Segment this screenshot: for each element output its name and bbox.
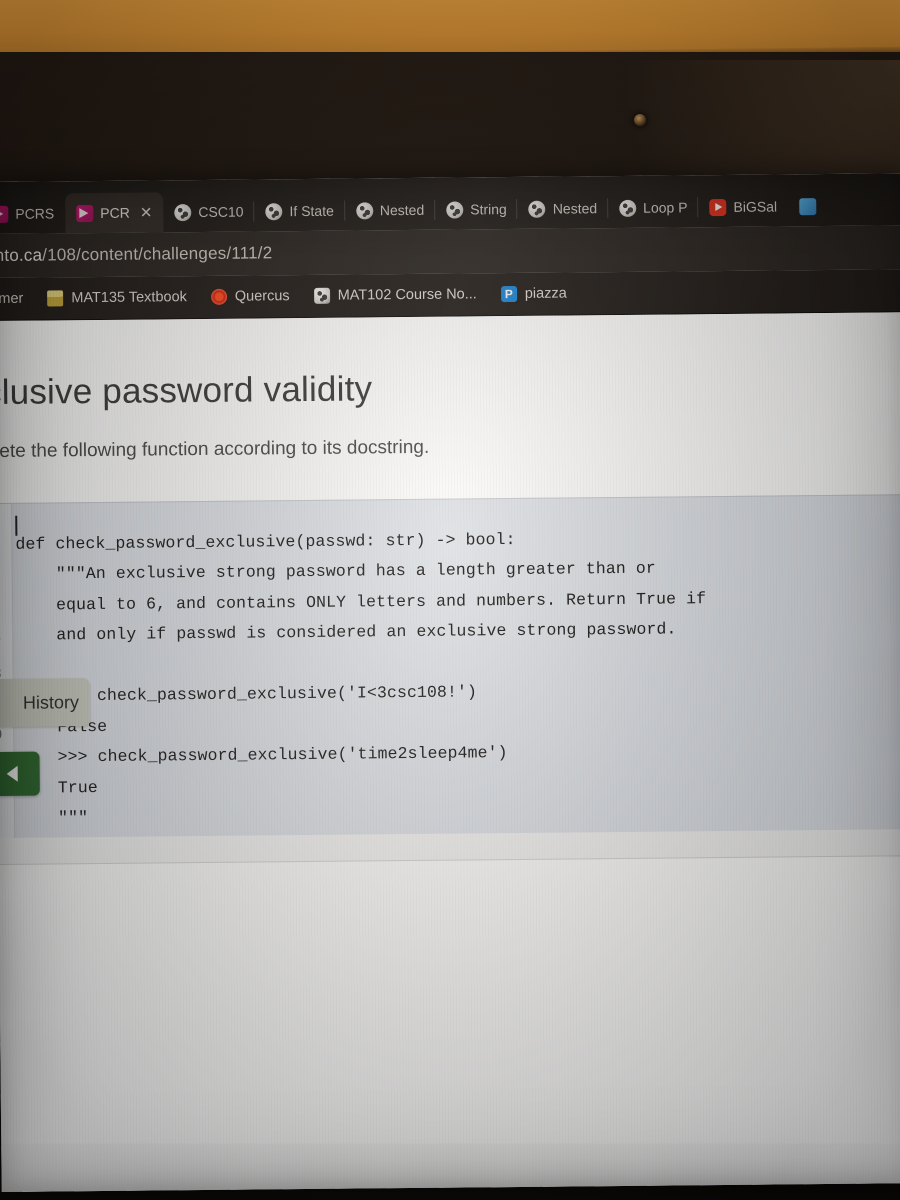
quercus-icon [210, 288, 227, 305]
browser-tab-pcrs-1[interactable]: PCRS [0, 193, 65, 234]
bookmark-label: MAT102 Course No... [337, 286, 477, 304]
browser-tab-label: Loop P [643, 199, 688, 216]
page-title: clusive password validity [0, 369, 373, 413]
pcrs-icon [76, 204, 94, 222]
browser-tab-label: CSC10 [198, 203, 244, 221]
code-text[interactable]: def check_password_exclusive(passwd: str… [15, 523, 708, 835]
webcam-icon [634, 114, 646, 126]
globe-icon [355, 201, 373, 220]
line-number: 5 [0, 575, 1, 592]
piazza-icon: P [500, 285, 517, 303]
browser-tab-loop[interactable]: Loop P [608, 187, 699, 228]
browser-tab-label: String [470, 201, 507, 218]
browser-tab-csc108[interactable]: CSC10 [163, 191, 255, 232]
background-wall [0, 0, 900, 58]
browser-tab-string[interactable]: String [435, 189, 518, 230]
bookmark-label: piazza [524, 285, 567, 302]
back-button[interactable] [0, 751, 40, 797]
browser-tab-label: PCRS [15, 205, 55, 222]
youtube-icon [709, 198, 727, 216]
pcrs-icon [0, 205, 9, 223]
bookmark-label: imer [0, 290, 24, 307]
browser-tab-label: PCR [100, 204, 130, 221]
book-icon [47, 290, 64, 307]
laptop-photo-scene: PCRS PCR ✕ CSC10 If State Nested String … [0, 0, 900, 1200]
bookmark-piazza[interactable]: P piazza [489, 285, 579, 303]
globe-icon [619, 199, 637, 217]
bookmark-quercus[interactable]: Quercus [199, 288, 302, 305]
close-icon[interactable]: ✕ [140, 204, 153, 221]
browser-tab-extra[interactable] [788, 186, 827, 226]
globe-icon [313, 287, 330, 304]
browser-tab-nested-2[interactable]: Nested [518, 188, 609, 229]
line-number: 6 [0, 605, 1, 622]
code-editor[interactable]: 3 4 5 6 7 8 9 0 1 def check_password_exc… [0, 494, 900, 840]
browser-tab-strip: PCRS PCR ✕ CSC10 If State Nested String … [0, 173, 900, 234]
bookmark-label: MAT135 Textbook [71, 289, 187, 307]
browser-tab-label: BiGSal [733, 198, 778, 215]
browser-tab-nested-1[interactable]: Nested [345, 190, 436, 231]
globe-icon [174, 203, 192, 221]
laptop-screen: PCRS PCR ✕ CSC10 If State Nested String … [0, 173, 900, 1192]
bookmark-label: Quercus [234, 288, 290, 305]
url-path: /108/content/challenges/111/2 [42, 243, 273, 265]
page-content: clusive password validity plete the foll… [0, 312, 900, 1192]
bookmark-timer[interactable]: imer [0, 291, 35, 307]
browser-tab-label: Nested [379, 201, 425, 219]
page-subtitle: plete the following function according t… [0, 436, 430, 463]
line-number: 7 [0, 636, 2, 653]
url-host: nto.ca [0, 245, 43, 265]
browser-tab-pcrs-2[interactable]: PCR ✕ [65, 192, 164, 234]
blue-favicon [798, 197, 817, 215]
chevron-left-icon [6, 765, 18, 782]
line-number: 0 [0, 726, 3, 745]
history-tab[interactable]: History [0, 678, 91, 728]
browser-tab-label: Nested [552, 200, 598, 217]
globe-icon [528, 200, 546, 218]
browser-tab-if-statements[interactable]: If State [254, 191, 345, 232]
browser-tab-bigsal[interactable]: BiGSal [698, 186, 788, 227]
globe-icon [446, 200, 464, 219]
bookmark-mat102-course-notes[interactable]: MAT102 Course No... [302, 286, 489, 304]
globe-icon [265, 202, 283, 220]
bookmark-mat135-textbook[interactable]: MAT135 Textbook [35, 289, 199, 307]
address-bar-url: nto.ca/108/content/challenges/111/2 [0, 243, 272, 266]
line-number: 4 [0, 544, 1, 561]
history-tab-label: History [22, 691, 80, 713]
browser-tab-label: If State [289, 202, 334, 220]
